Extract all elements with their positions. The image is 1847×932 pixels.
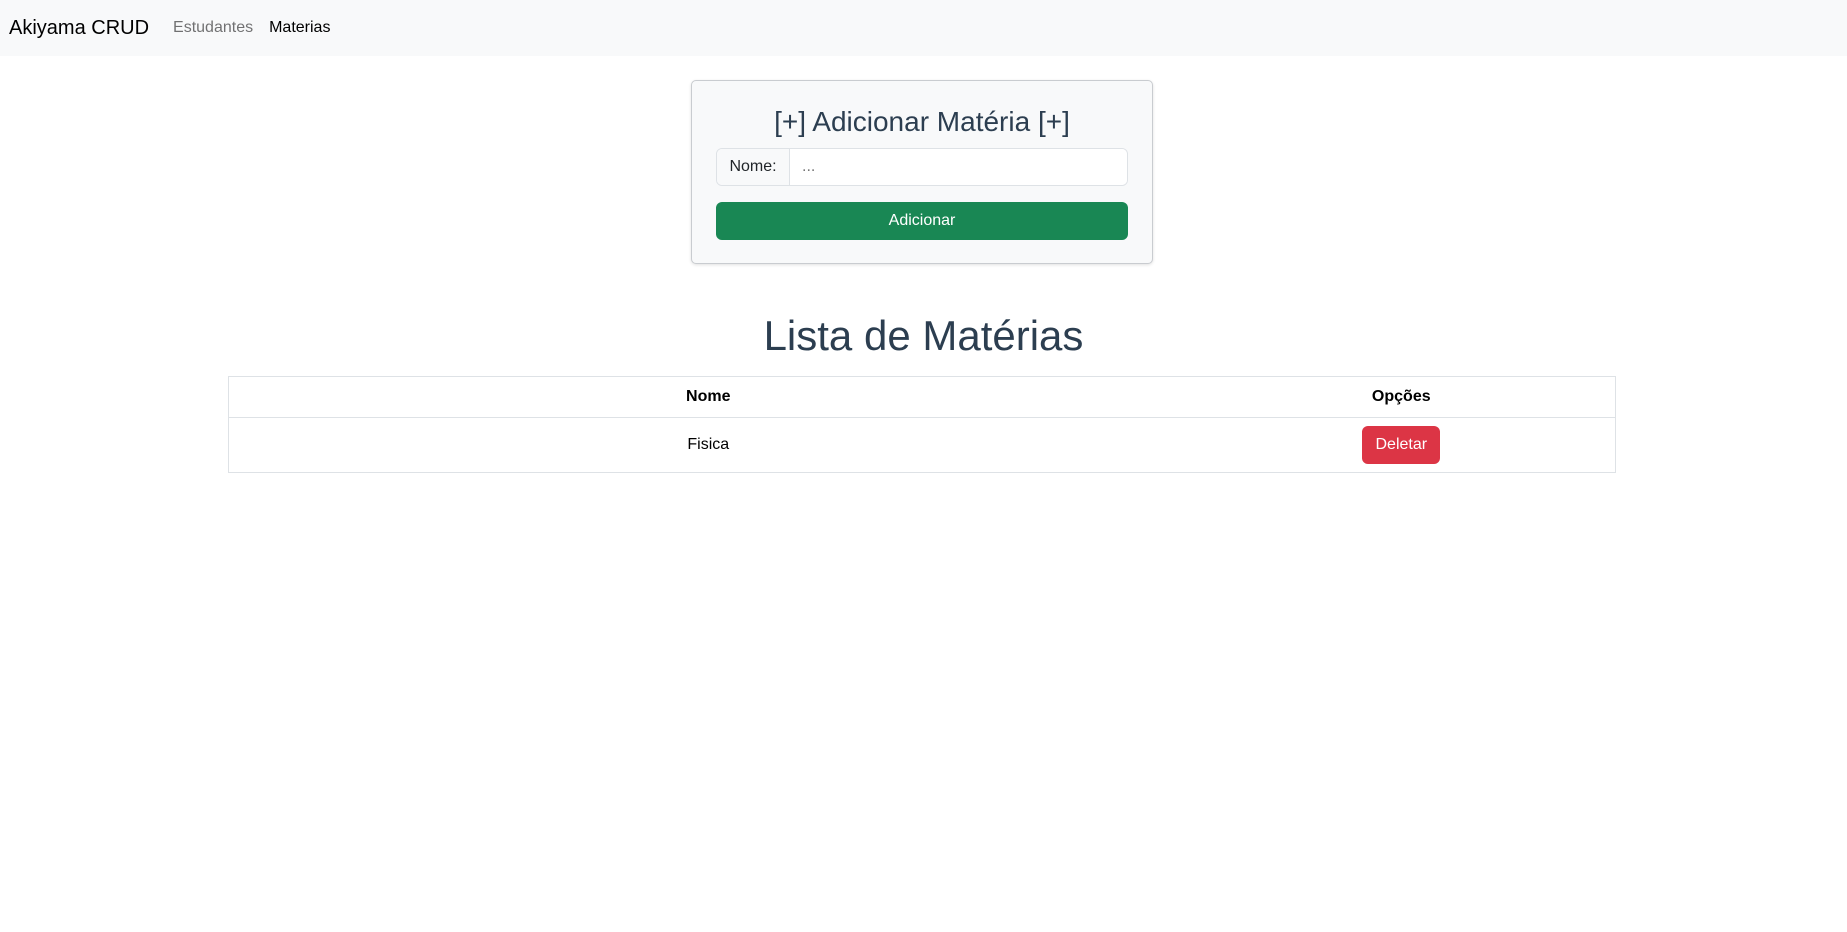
name-input-group: Nome:: [716, 148, 1128, 186]
nav-link-materias[interactable]: Materias: [261, 19, 338, 37]
subjects-table: Nome Opções Fisica Deletar: [228, 376, 1616, 473]
add-subject-title: [+] Adicionar Matéria [+]: [774, 106, 1070, 137]
add-subject-card: [+] Adicionar Matéria [+] Nome: Adiciona…: [691, 80, 1153, 264]
table-header-row: Nome Opções: [228, 376, 1616, 418]
list-title: Lista de Matérias: [763, 312, 1084, 359]
navbar-brand[interactable]: Akiyama CRUD: [9, 17, 149, 40]
name-input[interactable]: [790, 149, 1127, 185]
column-header-opcoes: Opções: [1187, 376, 1616, 418]
column-header-nome: Nome: [228, 376, 1188, 418]
subject-options-cell: Deletar: [1187, 417, 1616, 473]
subjects-table-wrapper: Nome Opções Fisica Deletar: [228, 376, 1616, 473]
subject-name-cell: Fisica: [228, 417, 1188, 473]
name-input-label: Nome:: [717, 149, 790, 185]
add-button[interactable]: Adicionar: [716, 202, 1128, 240]
top-navbar: Akiyama CRUD Estudantes Materias: [0, 0, 1847, 56]
table-row: Fisica Deletar: [228, 417, 1616, 473]
nav-link-estudantes[interactable]: Estudantes: [165, 19, 261, 37]
delete-button[interactable]: Deletar: [1362, 426, 1441, 464]
